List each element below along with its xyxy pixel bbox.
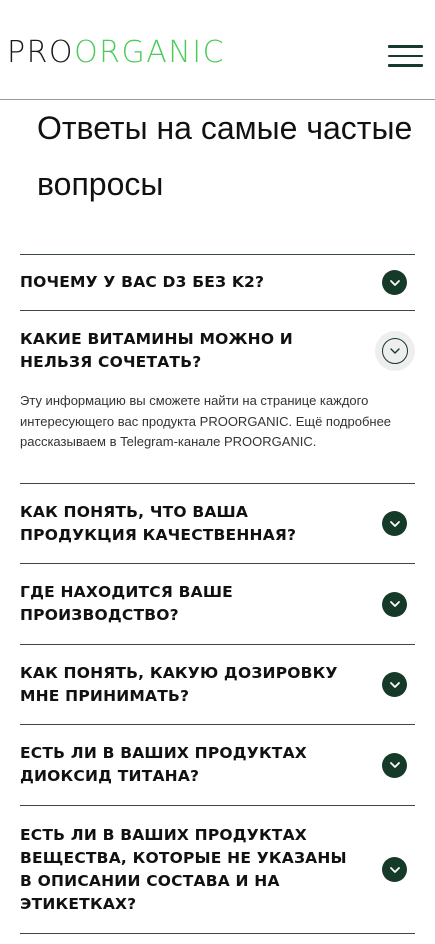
faq-question-row[interactable]: Какие витамины можно и нельзя сочетать?	[20, 311, 415, 391]
faq-question: Есть ли в ваших продуктах диоксид титана…	[20, 744, 307, 785]
chevron-down-icon[interactable]	[382, 857, 407, 882]
faq-question: Где находится ваше производство?	[20, 583, 233, 624]
faq-question: Как понять, какую дозировку мне принимат…	[20, 663, 338, 705]
chevron-down-icon[interactable]	[382, 270, 407, 295]
burger-line	[388, 64, 423, 67]
chevron-down-icon[interactable]	[382, 591, 407, 617]
logo-organic: ORGANIC	[74, 35, 226, 70]
faq-question-row[interactable]: Как понять, что ваша продукция качествен…	[20, 484, 415, 563]
chevron-down-icon[interactable]	[382, 511, 407, 536]
chevron-down-outline-icon[interactable]	[375, 331, 415, 371]
faq-question-row[interactable]: Есть ли в ваших продуктах вещества, кото…	[20, 806, 415, 933]
faq-item-expanded[interactable]: Какие витамины можно и нельзя сочетать? …	[20, 310, 415, 483]
logo[interactable]: PROORGANIC	[7, 36, 225, 70]
toggle-ring	[382, 338, 408, 364]
faq-item[interactable]: Есть ли в ваших продуктах диоксид титана…	[20, 724, 415, 805]
site-header: PROORGANIC	[0, 0, 435, 100]
chevron-down-icon[interactable]	[382, 672, 407, 697]
faq-item[interactable]: Как понять, какую дозировку мне принимат…	[20, 644, 415, 724]
faq-question: Как понять, что ваша продукция качествен…	[20, 502, 297, 544]
faq-question-row[interactable]: Как понять, какую дозировку мне принимат…	[20, 645, 415, 724]
chevron-down-icon[interactable]	[382, 752, 407, 778]
burger-line	[388, 45, 423, 48]
faq-item[interactable]: Где находится ваше производство?	[20, 563, 415, 644]
faq-item[interactable]: Есть ли в ваших продуктах вещества, кото…	[20, 805, 415, 934]
faq-item[interactable]: Почему у вас D3 без K2?	[20, 254, 415, 310]
faq-list: Почему у вас D3 без K2? Какие витамины м…	[20, 254, 415, 934]
faq-answer: Эту информацию вы сможете найти на стран…	[20, 393, 392, 449]
burger-line	[388, 54, 423, 57]
page-title: Ответы на самые частые вопросы	[37, 110, 413, 202]
logo-pro: PRO	[7, 35, 75, 70]
faq-item[interactable]: Как понять, что ваша продукция качествен…	[20, 483, 415, 563]
faq-question: Почему у вас D3 без K2?	[20, 273, 265, 291]
hamburger-menu-icon[interactable]	[388, 45, 423, 67]
faq-question: Какие витамины можно и нельзя сочетать?	[20, 330, 293, 371]
faq-question-row[interactable]: Есть ли в ваших продуктах диоксид титана…	[20, 725, 415, 805]
faq-question: Есть ли в ваших продуктах вещества, кото…	[20, 825, 347, 913]
faq-question-row[interactable]: Где находится ваше производство?	[20, 564, 415, 644]
faq-question-row[interactable]: Почему у вас D3 без K2?	[20, 255, 415, 310]
